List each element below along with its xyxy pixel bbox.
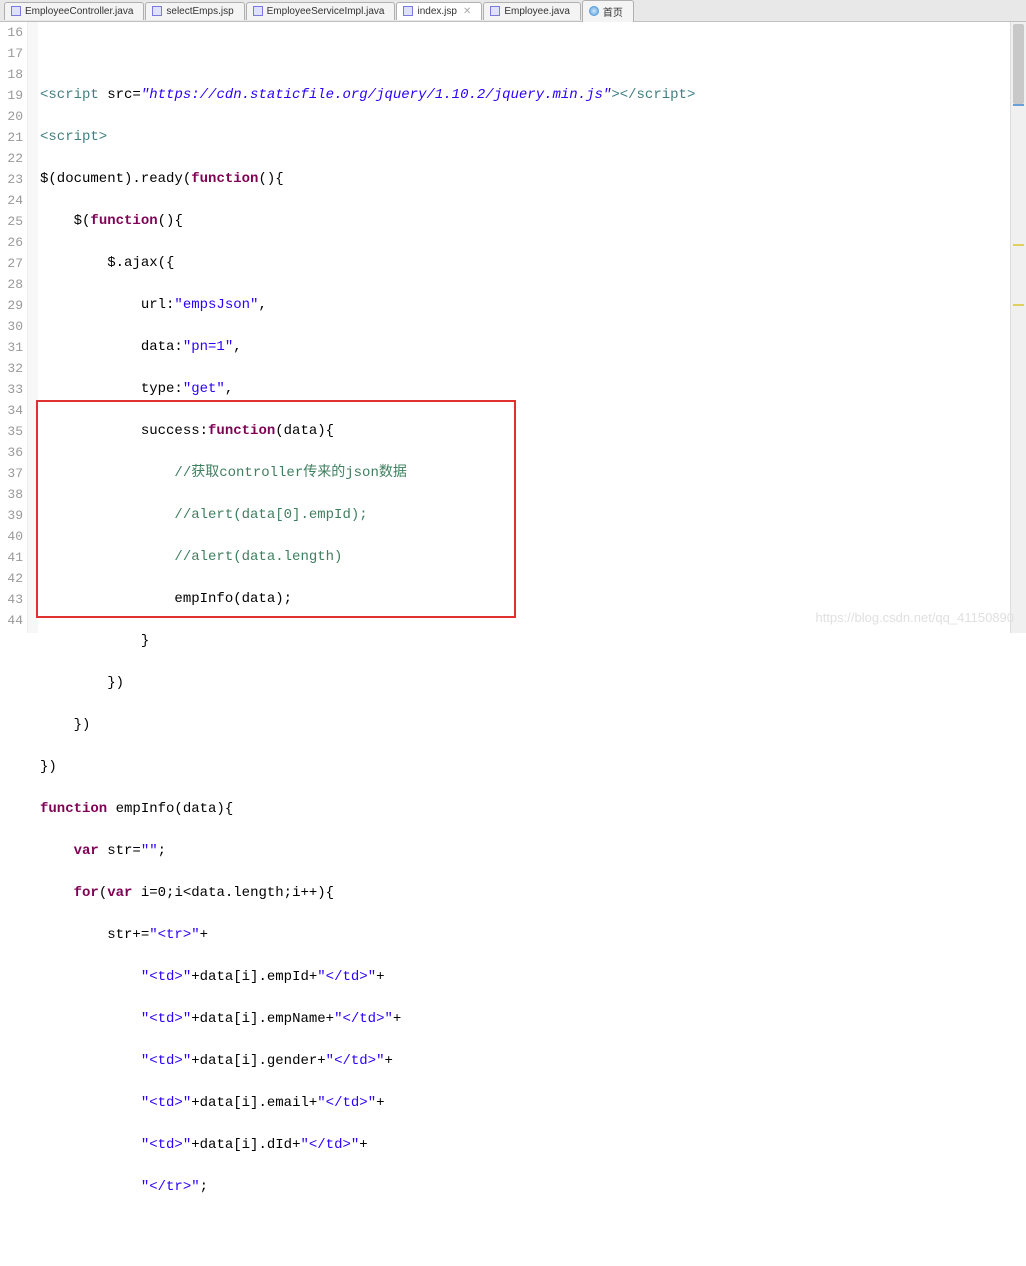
tab-home-browser[interactable]: 首页 xyxy=(582,0,634,22)
tab-index-jsp[interactable]: index.jsp✕ xyxy=(396,2,482,20)
close-icon[interactable]: ✕ xyxy=(463,6,471,17)
tab-employee-service-impl[interactable]: EmployeeServiceImpl.java xyxy=(246,2,396,20)
tab-select-emps[interactable]: selectEmps.jsp xyxy=(145,2,244,20)
code-content[interactable]: <script src="https://cdn.staticfile.org/… xyxy=(38,22,1026,633)
tab-employee-controller[interactable]: EmployeeController.java xyxy=(4,2,144,20)
tab-employee-java[interactable]: Employee.java xyxy=(483,2,581,20)
editor-area[interactable]: 1617181920212223242526272829303132333435… xyxy=(0,22,1026,633)
editor-tab-bar: EmployeeController.java selectEmps.jsp E… xyxy=(0,0,1026,22)
vertical-scrollbar[interactable] xyxy=(1010,22,1026,633)
scroll-thumb[interactable] xyxy=(1013,24,1024,104)
line-number-gutter: 1617181920212223242526272829303132333435… xyxy=(0,22,28,633)
watermark: https://blog.csdn.net/qq_41150890 xyxy=(815,610,1014,625)
fold-gutter xyxy=(28,22,38,633)
